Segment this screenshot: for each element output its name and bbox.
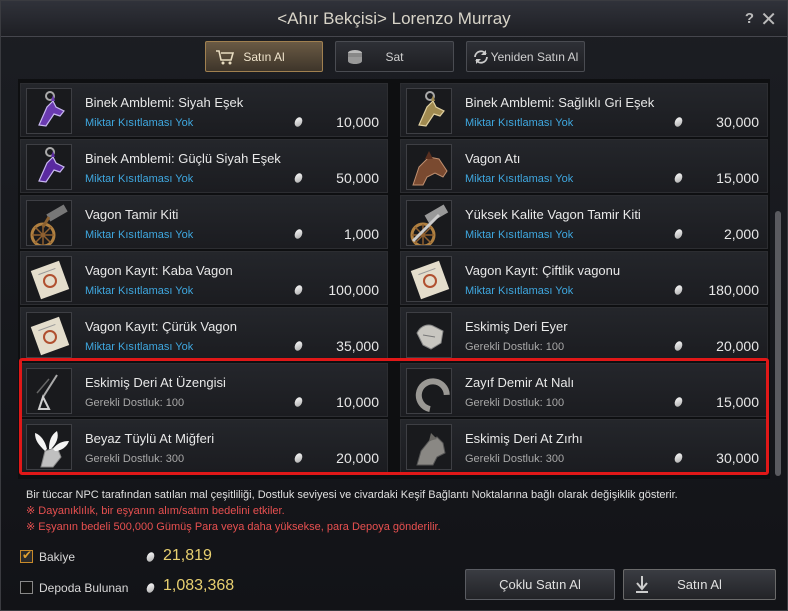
list-item[interactable]: Vagon Kayıt: Kaba Vagon Miktar Kısıtlama… <box>20 251 388 305</box>
item-name: Vagon Atı <box>465 151 521 166</box>
item-restriction: Miktar Kısıtlaması Yok <box>85 285 194 297</box>
silver-coin-icon <box>673 283 684 297</box>
close-icon[interactable]: ✕ <box>760 7 777 32</box>
item-name: Vagon Kayıt: Çürük Vagon <box>85 319 238 334</box>
storage-label: Depoda Bulunan <box>39 581 129 595</box>
note-info: Bir tüccar NPC tarafından satılan mal çe… <box>26 489 678 501</box>
donkey-emblem-icon <box>406 88 452 134</box>
tab-sell[interactable]: Sat <box>335 41 454 72</box>
item-requirement: Gerekli Dostluk: 100 <box>465 341 564 353</box>
list-item[interactable]: Binek Amblemi: Güçlü Siyah Eşek Miktar K… <box>20 139 388 193</box>
silver-coin-icon <box>673 339 684 353</box>
item-name: Vagon Tamir Kiti <box>85 207 179 222</box>
item-restriction: Miktar Kısıtlaması Yok <box>85 341 194 353</box>
repair-kit-icon <box>26 200 72 246</box>
silver-coin-icon <box>673 115 684 129</box>
balance-value: 21,819 <box>163 547 212 564</box>
item-price: 2,000 <box>723 226 759 242</box>
window-title: <Ahır Bekçisi> Lorenzo Murray <box>277 9 511 28</box>
donkey-emblem-icon <box>26 144 72 190</box>
silver-coin-icon <box>293 227 304 241</box>
tab-buy-label: Satın Al <box>243 50 285 64</box>
list-item[interactable]: Vagon Tamir Kiti Miktar Kısıtlaması Yok … <box>20 195 388 249</box>
list-item[interactable]: Eskimiş Deri Eyer Gerekli Dostluk: 100 2… <box>400 307 768 361</box>
silver-coin-icon <box>145 550 156 564</box>
item-name: Binek Amblemi: Sağlıklı Gri Eşek <box>465 95 655 110</box>
item-name: Binek Amblemi: Güçlü Siyah Eşek <box>85 151 281 166</box>
silver-coin-icon <box>293 115 304 129</box>
item-price: 50,000 <box>336 170 379 186</box>
list-item[interactable]: Binek Amblemi: Siyah Eşek Miktar Kısıtla… <box>20 83 388 137</box>
item-restriction: Miktar Kısıtlaması Yok <box>465 117 574 129</box>
item-name: Yüksek Kalite Vagon Tamir Kiti <box>465 207 641 222</box>
item-price: 20,000 <box>716 338 759 354</box>
tab-rebuy-label: Yeniden Satın Al <box>490 50 579 64</box>
title-bar[interactable]: <Ahır Bekçisi> Lorenzo Murray ? ✕ <box>1 1 787 37</box>
item-restriction: Miktar Kısıtlaması Yok <box>465 285 574 297</box>
balance-checkbox[interactable] <box>20 548 33 563</box>
item-price: 10,000 <box>336 114 379 130</box>
donkey-emblem-icon <box>26 88 72 134</box>
horse-head-icon <box>406 144 452 190</box>
bulk-buy-button[interactable]: Çoklu Satın Al <box>465 569 615 600</box>
silver-coin-icon <box>145 581 156 595</box>
item-price: 180,000 <box>708 282 759 298</box>
storage-value: 1,083,368 <box>163 577 235 594</box>
help-icon[interactable]: ? <box>745 10 754 27</box>
repair-kit-icon <box>406 200 452 246</box>
saddle-icon <box>406 312 452 358</box>
silver-coin-icon <box>293 339 304 353</box>
tab-rebuy[interactable]: Yeniden Satın Al <box>466 41 585 72</box>
list-item[interactable]: Vagon Atı Miktar Kısıtlaması Yok 15,000 <box>400 139 768 193</box>
merchant-notes: Bir tüccar NPC tarafından satılan mal çe… <box>26 487 776 535</box>
item-restriction: Miktar Kısıtlaması Yok <box>85 229 194 241</box>
buy-button-label: Satın Al <box>677 577 722 592</box>
item-name: Binek Amblemi: Siyah Eşek <box>85 95 244 110</box>
tab-sell-label: Sat <box>385 50 404 64</box>
silver-coin-icon <box>673 171 684 185</box>
scroll-icon <box>26 312 72 358</box>
item-restriction: Miktar Kısıtlaması Yok <box>85 117 194 129</box>
item-price: 1,000 <box>343 226 379 242</box>
list-item[interactable]: Vagon Kayıt: Çürük Vagon Miktar Kısıtlam… <box>20 307 388 361</box>
note-storage: ※ Eşyanın bedeli 500,000 Gümüş Para veya… <box>26 521 441 533</box>
merchant-window: <Ahır Bekçisi> Lorenzo Murray ? ✕ Satın … <box>0 0 788 611</box>
item-price: 30,000 <box>716 114 759 130</box>
footer: Bakiye 21,819 Depoda Bulunan 1,083,368 Ç… <box>1 539 787 611</box>
item-name: Vagon Kayıt: Kaba Vagon <box>85 263 233 278</box>
note-durability: ※ Dayanıklılık, bir eşyanın alım/satım b… <box>26 505 285 517</box>
silver-coin-icon <box>293 171 304 185</box>
list-item[interactable]: Binek Amblemi: Sağlıklı Gri Eşek Miktar … <box>400 83 768 137</box>
silver-coin-icon <box>673 227 684 241</box>
scroll-icon <box>406 256 452 302</box>
item-price: 100,000 <box>328 282 379 298</box>
item-restriction: Miktar Kısıtlaması Yok <box>465 173 574 185</box>
friendship-label: Gerekli Dostluk: <box>465 341 543 353</box>
item-price: 15,000 <box>716 170 759 186</box>
highlight-box <box>19 358 769 475</box>
item-restriction: Miktar Kısıtlaması Yok <box>85 173 194 185</box>
list-item[interactable]: Vagon Kayıt: Çiftlik vagonu Miktar Kısıt… <box>400 251 768 305</box>
download-arrow-icon <box>636 576 648 593</box>
storage-checkbox[interactable] <box>20 581 33 594</box>
item-price: 35,000 <box>336 338 379 354</box>
item-name: Vagon Kayıt: Çiftlik vagonu <box>465 263 621 278</box>
tab-bar: Satın Al Sat Yeniden Satın Al <box>1 41 787 73</box>
list-item[interactable]: Yüksek Kalite Vagon Tamir Kiti Miktar Kı… <box>400 195 768 249</box>
friendship-level: 100 <box>545 341 565 353</box>
balance-label: Bakiye <box>39 550 76 564</box>
scroll-icon <box>26 256 72 302</box>
item-name: Eskimiş Deri Eyer <box>465 319 568 334</box>
scrollbar[interactable] <box>775 211 781 476</box>
buy-button[interactable]: Satın Al <box>623 569 776 600</box>
tab-buy[interactable]: Satın Al <box>205 41 323 72</box>
item-restriction: Miktar Kısıtlaması Yok <box>465 229 574 241</box>
silver-coin-icon <box>293 283 304 297</box>
